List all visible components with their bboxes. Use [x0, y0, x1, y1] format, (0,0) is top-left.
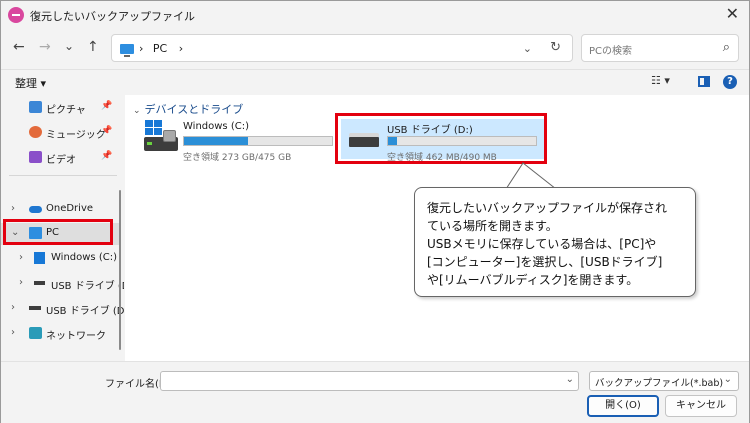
sidebar-item-windows-c[interactable]: › Windows (C:): [1, 248, 119, 270]
sidebar-item-label: USB ドライブ (D:): [46, 306, 124, 317]
chevron-down-icon[interactable]: ⌄: [566, 374, 574, 385]
address-pc[interactable]: PC: [153, 42, 167, 55]
window-title: 復元したいバックアップファイル: [30, 10, 195, 23]
title-bar: 復元したいバックアップファイル ✕: [1, 1, 749, 29]
back-button[interactable]: ←: [13, 39, 25, 55]
search-box[interactable]: PCの検索 ⌕: [581, 34, 739, 62]
callout-line: ている場所を開きます。: [427, 219, 558, 233]
usb-drive-icon: [29, 306, 41, 310]
sidebar-item-network[interactable]: › ネットワーク: [1, 323, 119, 345]
dialog-footer: ファイル名(N): ⌄ バックアップファイル(*.bab) ⌄ 開く(O) キャ…: [1, 361, 749, 423]
cloud-icon: [29, 206, 42, 213]
chevron-right-icon[interactable]: ›: [19, 252, 23, 263]
drive-name: Windows (C:): [183, 121, 249, 132]
drive-free-space: 空き領域 273 GB/475 GB: [183, 153, 292, 163]
address-bar[interactable]: › PC › ⌄ ↻: [111, 34, 573, 62]
usb-drive-icon: [34, 281, 45, 285]
sidebar-item-label: Windows (C:): [51, 252, 117, 263]
file-type-value: バックアップファイル(*.bab): [595, 378, 724, 389]
callout-line: USBメモリに保存している場合は、[PC]や: [427, 237, 657, 251]
callout-line: [コンピューター]を選択し、[USBドライブ]: [427, 255, 663, 269]
pictures-icon: [29, 101, 42, 113]
organize-button[interactable]: 整理 ▾: [15, 75, 46, 91]
sidebar-item-label: USB ドライブ (D:: [51, 281, 124, 292]
refresh-icon[interactable]: ↻: [550, 40, 561, 55]
address-chevron-trailing[interactable]: ›: [179, 42, 183, 55]
chevron-right-icon[interactable]: ›: [11, 203, 15, 214]
sidebar-item-label: OneDrive: [46, 203, 94, 214]
sidebar-item-label: ピクチャ: [46, 105, 86, 116]
drive-item-windows-c[interactable]: Windows (C:) 空き領域 273 GB/475 GB: [141, 119, 346, 163]
callout-line: 復元したいバックアップファイルが保存され: [427, 201, 668, 215]
videos-icon: [29, 151, 42, 163]
chevron-right-icon[interactable]: ›: [11, 327, 15, 338]
file-type-select[interactable]: バックアップファイル(*.bab) ⌄: [589, 371, 739, 391]
sidebar-item-usb-drive[interactable]: › USB ドライブ (D:): [1, 298, 124, 320]
app-icon: [8, 7, 24, 23]
pin-icon: 📌: [101, 126, 113, 136]
chevron-right-icon[interactable]: ›: [19, 277, 23, 288]
drive-usage-fill: [184, 137, 248, 145]
sidebar-item-usb-drive-nested[interactable]: › USB ドライブ (D:: [1, 273, 124, 295]
search-icon[interactable]: ⌕: [723, 40, 730, 55]
network-icon: [29, 327, 42, 339]
highlight-box-usb-drive: [335, 113, 547, 164]
file-open-dialog: 復元したいバックアップファイル ✕ ← → ⌄ ↑ › PC › ⌄ ↻ PCの…: [0, 0, 750, 423]
group-title: デバイスとドライブ: [144, 103, 244, 116]
address-chevron: ›: [139, 42, 144, 55]
instruction-callout: 復元したいバックアップファイルが保存され ている場所を開きます。 USBメモリに…: [414, 187, 696, 297]
cancel-button[interactable]: キャンセル: [665, 395, 737, 417]
drive-usage-bar: [183, 136, 333, 146]
pin-icon: 📌: [101, 101, 113, 111]
divider: [9, 175, 117, 176]
sidebar-item-pictures[interactable]: ピクチャ 📌: [1, 97, 119, 119]
callout-line: や[リムーバブルディスク]を開きます。: [427, 273, 639, 287]
group-header[interactable]: ⌄ デバイスとドライブ: [133, 101, 243, 117]
scrollbar[interactable]: [119, 190, 121, 350]
chevron-down-icon[interactable]: ⌄: [523, 42, 532, 55]
highlight-box-pc: [3, 219, 113, 245]
open-button[interactable]: 開く(O): [587, 395, 659, 417]
lock-icon: [163, 130, 176, 142]
sidebar-item-label: ミュージック: [46, 130, 106, 141]
chevron-right-icon[interactable]: ›: [11, 302, 15, 313]
up-button[interactable]: ↑: [87, 39, 99, 55]
close-icon[interactable]: ✕: [726, 4, 739, 23]
filename-input[interactable]: ⌄: [160, 371, 579, 391]
pin-icon: 📌: [101, 151, 113, 161]
windows-logo-icon: [145, 120, 163, 136]
recent-locations-button[interactable]: ⌄: [64, 39, 74, 53]
chevron-down-icon: ⌄: [133, 106, 141, 116]
view-options-button[interactable]: ☷ ▾: [651, 74, 670, 87]
navigation-bar: ← → ⌄ ↑ › PC › ⌄ ↻ PCの検索 ⌕: [1, 31, 749, 65]
sidebar-item-label: ビデオ: [46, 155, 76, 166]
music-icon: [29, 126, 42, 138]
windows-drive-icon: [34, 252, 45, 264]
sidebar-item-onedrive[interactable]: › OneDrive: [1, 199, 119, 221]
pc-icon: [120, 44, 134, 57]
address-path: › PC ›: [139, 42, 183, 55]
search-placeholder: PCの検索: [589, 46, 633, 57]
sidebar-item-music[interactable]: ミュージック 📌: [1, 122, 119, 144]
sidebar-item-videos[interactable]: ビデオ 📌: [1, 147, 119, 169]
chevron-down-icon[interactable]: ⌄: [724, 374, 732, 385]
forward-button[interactable]: →: [39, 39, 51, 55]
help-icon[interactable]: ?: [723, 75, 737, 89]
preview-pane-icon[interactable]: [698, 76, 710, 87]
command-bar: 整理 ▾ ☷ ▾ ?: [1, 69, 749, 93]
sidebar-item-label: ネットワーク: [46, 331, 106, 342]
